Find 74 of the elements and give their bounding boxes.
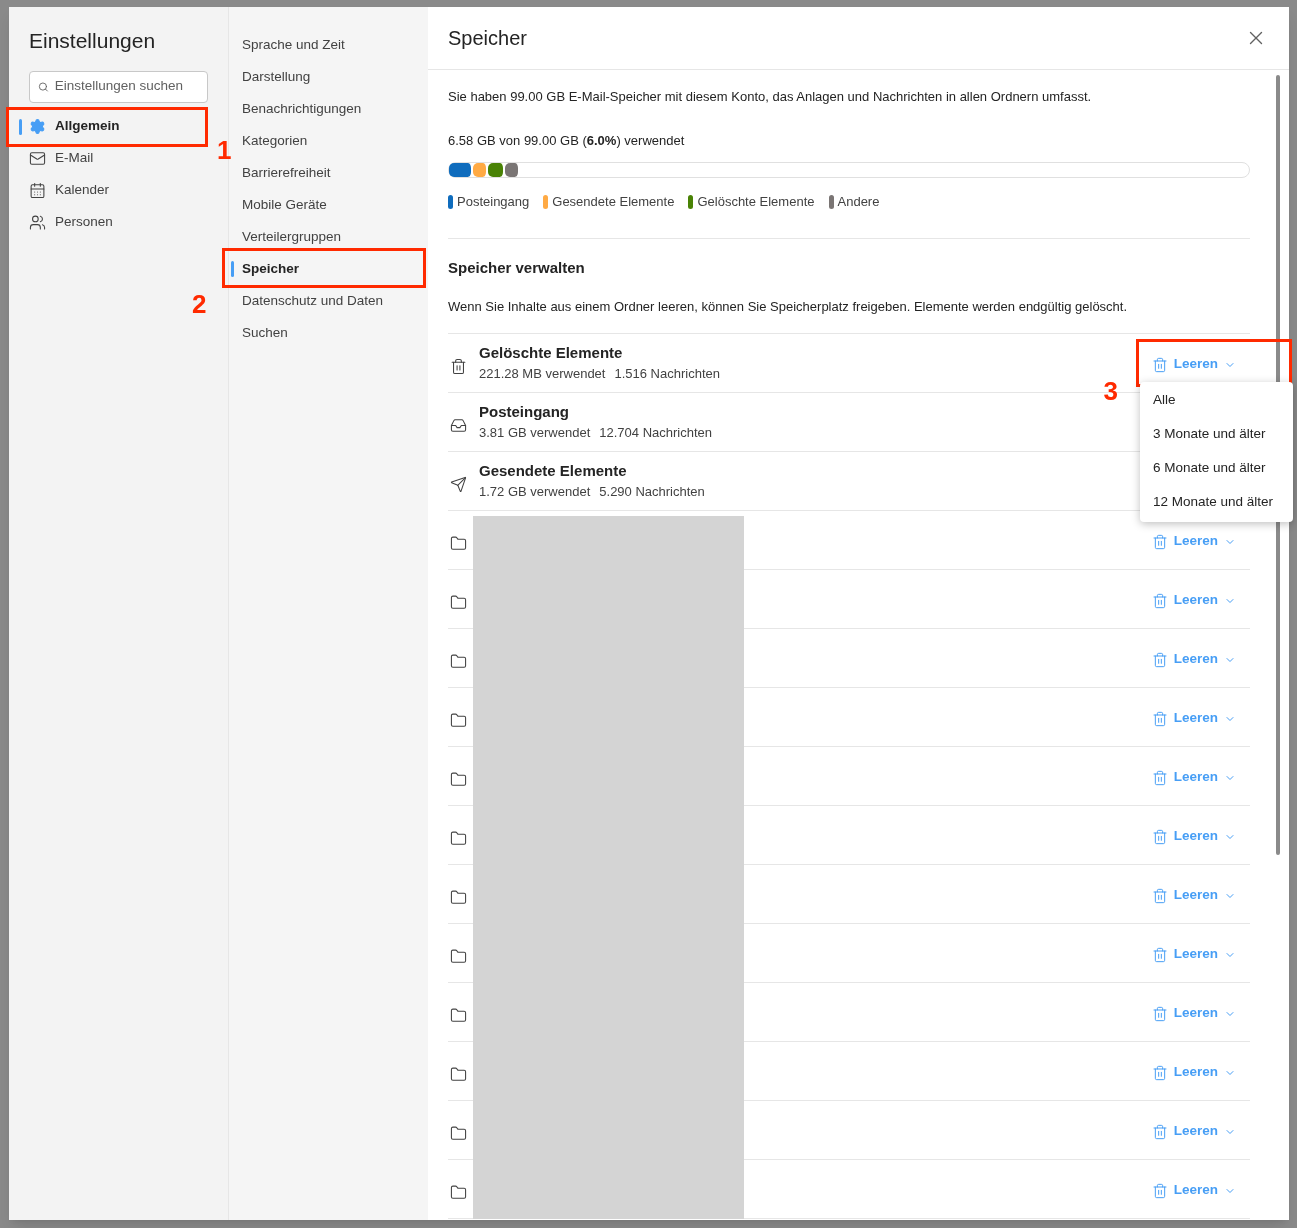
- trash-icon: [1151, 887, 1168, 904]
- sidebar-item[interactable]: E-Mail: [9, 142, 209, 175]
- trash-icon: [1151, 356, 1168, 373]
- mail-icon: [29, 150, 46, 167]
- nav-item[interactable]: Kategorien: [229, 125, 428, 157]
- folder-usage: 3.81 GB verwendet: [479, 424, 591, 442]
- trash-icon: [1151, 1182, 1168, 1199]
- legend-label: Gelöschte Elemente: [697, 193, 815, 211]
- folder-icon: [450, 1007, 467, 1024]
- trash-icon: [1151, 533, 1168, 550]
- nav-item[interactable]: Darstellung: [229, 61, 428, 93]
- nav-item[interactable]: Mobile Geräte: [229, 189, 428, 221]
- folder-name: Gesendete Elemente: [479, 460, 627, 481]
- inbox-icon: [450, 417, 467, 434]
- message-count: 1.516 Nachrichten: [614, 365, 720, 383]
- nav-item[interactable]: Sprache und Zeit: [229, 29, 428, 61]
- annotation-number: 3: [1103, 377, 1118, 404]
- gear-icon: [29, 118, 46, 135]
- trash-icon: [1151, 769, 1168, 786]
- folder-icon: [450, 1125, 467, 1142]
- nav-item[interactable]: Verteilergruppen: [229, 221, 428, 253]
- folder-name: Posteingang: [479, 401, 569, 422]
- trash-icon: [1151, 1005, 1168, 1022]
- folder-icon: [450, 712, 467, 729]
- folder-icon: [450, 948, 467, 965]
- search-icon: [38, 80, 49, 93]
- search-input[interactable]: Einstellungen suchen: [54, 76, 199, 97]
- nav-item[interactable]: Speicher: [229, 253, 428, 285]
- annotation-number: 1: [217, 136, 232, 163]
- folder-usage: 221.28 MB verwendet: [479, 365, 606, 383]
- dialog-title: Einstellungen: [28, 28, 157, 54]
- sidebar-item[interactable]: Allgemein: [9, 110, 209, 143]
- menu-item[interactable]: 12 Monate und älter: [1140, 485, 1293, 520]
- menu-item[interactable]: Alle: [1140, 383, 1293, 418]
- sidebar-item[interactable]: Personen: [9, 206, 209, 239]
- nav-item[interactable]: Datenschutz und Daten: [229, 285, 428, 317]
- people-icon: [29, 214, 46, 231]
- menu-item[interactable]: 3 Monate und älter: [1140, 417, 1293, 452]
- legend-label: Andere: [837, 193, 880, 211]
- trash-icon: [1151, 946, 1168, 963]
- folder-icon: [450, 535, 467, 552]
- folder-icon: [450, 830, 467, 847]
- usage-text: 6.58 GB von 99.00 GB (6.0%) verwendet: [448, 131, 686, 150]
- trash-icon: [1151, 1064, 1168, 1081]
- folder-icon: [450, 1184, 467, 1201]
- section-heading: Speicher verwalten: [448, 257, 586, 278]
- send-icon: [450, 476, 467, 493]
- folder-name: Gelöschte Elemente: [479, 342, 623, 363]
- trash-icon: [1151, 710, 1168, 727]
- nav-item[interactable]: Benachrichtigungen: [229, 93, 428, 125]
- message-count: 5.290 Nachrichten: [599, 483, 705, 501]
- trash-icon: [450, 358, 467, 375]
- nav-item[interactable]: Suchen: [229, 317, 428, 349]
- search-field[interactable]: Einstellungen suchen: [29, 70, 208, 103]
- annotation-number: 2: [192, 291, 207, 317]
- folder-usage: 1.72 GB verwendet: [479, 483, 591, 501]
- legend-label: Posteingang: [457, 193, 530, 211]
- panel-title: Speicher: [448, 26, 527, 51]
- menu-item[interactable]: 6 Monate und älter: [1140, 451, 1293, 486]
- calendar-icon: [29, 182, 46, 199]
- folder-icon: [450, 653, 467, 670]
- sidebar-item[interactable]: Kalender: [9, 174, 209, 207]
- trash-icon: [1151, 1123, 1168, 1140]
- trash-icon: [1151, 651, 1168, 668]
- message-count: 12.704 Nachrichten: [599, 424, 713, 442]
- storage-intro: Sie haben 99.00 GB E-Mail-Speicher mit diesem Konto, das Anlagen und Nachrichten in allen Ordnern umfasst.: [448, 88, 1093, 106]
- folder-icon: [450, 594, 467, 611]
- legend-label: Gesendete Elemente: [552, 193, 675, 211]
- section-description: Wenn Sie Inhalte aus einem Ordner leeren, können Sie Speicherplatz freigeben. Elemente werden endgültig gelöscht.: [448, 298, 1129, 316]
- trash-icon: [1151, 592, 1168, 609]
- folder-icon: [450, 889, 467, 906]
- folder-icon: [450, 1066, 467, 1083]
- folder-icon: [450, 771, 467, 788]
- trash-icon: [1151, 828, 1168, 845]
